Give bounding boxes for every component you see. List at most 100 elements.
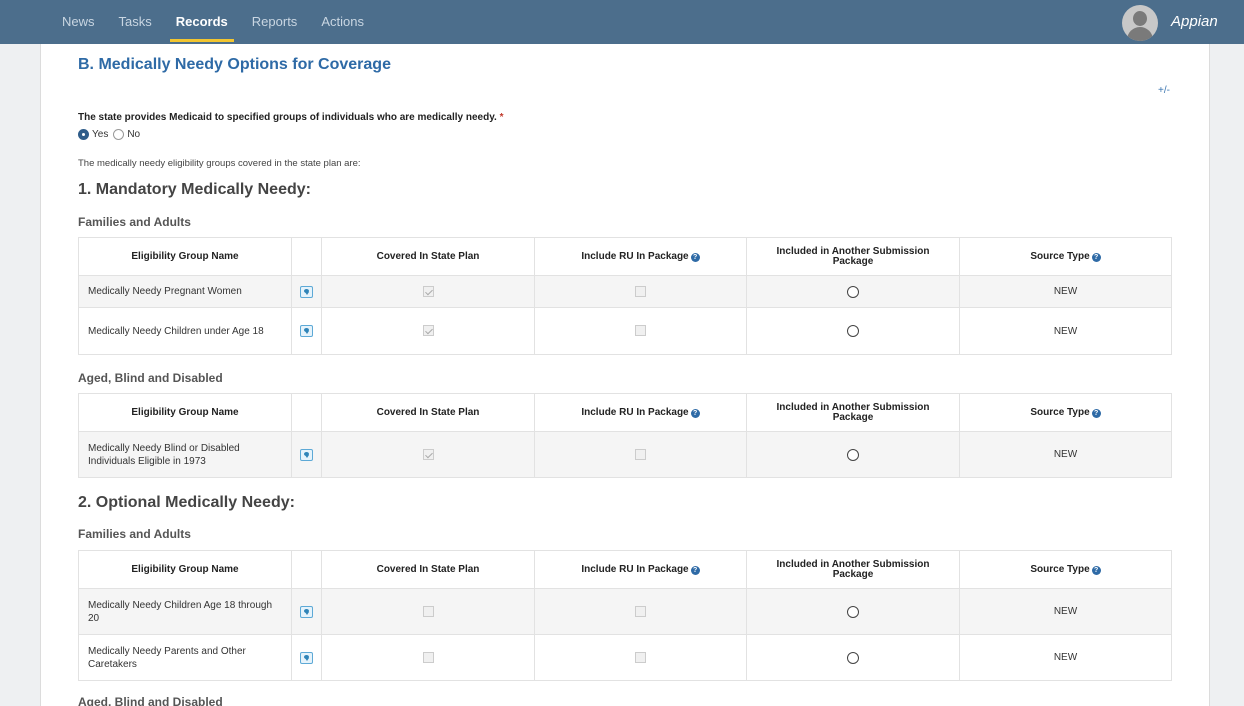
column-header-source-type: Source Type? [959, 550, 1172, 589]
table-header-row: Eligibility Group Name Covered In State P… [78, 393, 1172, 432]
table-header-row: Eligibility Group Name Covered In State P… [78, 550, 1172, 589]
table-row: Medically Needy Children Age 18 through … [78, 588, 1172, 635]
another-package-cell [746, 588, 960, 635]
another-package-radio[interactable] [847, 448, 859, 461]
radio-yes-label[interactable]: Yes [92, 129, 108, 140]
covered-cell [321, 588, 535, 635]
nav-actions[interactable]: Actions [321, 0, 364, 44]
another-package-cell [746, 307, 960, 355]
notes-cell [291, 588, 322, 635]
eligibility-group-name: Medically Needy Children under Age 18 [78, 307, 292, 355]
include-ru-checkbox[interactable] [635, 605, 646, 617]
radio-no[interactable] [113, 129, 125, 140]
user-avatar-icon[interactable] [1122, 5, 1158, 41]
comment-icon[interactable] [300, 448, 313, 461]
nav-tasks[interactable]: Tasks [119, 0, 152, 44]
notes-cell [291, 634, 322, 681]
table-header-row: Eligibility Group Name Covered In State P… [78, 237, 1172, 276]
covered-cell [321, 634, 535, 681]
brand-logo: Appian [1171, 13, 1218, 30]
column-header-source-type: Source Type? [959, 237, 1172, 276]
help-icon[interactable]: ? [690, 566, 700, 575]
covered-cell [321, 431, 535, 478]
group-subheading: Aged, Blind and Disabled [78, 371, 223, 385]
medically-needy-question: The state provides Medicaid to specified… [78, 112, 504, 123]
help-icon[interactable]: ? [1091, 253, 1101, 262]
include-ru-cell [534, 431, 747, 478]
top-navigation-bar: News Tasks Records Reports Actions Appia… [0, 0, 1244, 44]
eligibility-group-name: Medically Needy Children Age 18 through … [78, 588, 292, 635]
include-ru-cell [534, 634, 747, 681]
another-package-radio[interactable] [847, 605, 859, 618]
covered-checkbox[interactable] [422, 651, 434, 663]
another-package-radio[interactable] [847, 651, 859, 664]
help-icon[interactable]: ? [690, 253, 700, 262]
radio-yes[interactable] [78, 129, 89, 140]
include-ru-cell [534, 588, 747, 635]
column-header-covered: Covered In State Plan [321, 237, 535, 276]
yes-no-radio-group: Yes No [78, 129, 145, 140]
group-subheading: Families and Adults [78, 527, 191, 541]
covered-checkbox[interactable] [422, 325, 434, 337]
eligibility-group-name: Medically Needy Pregnant Women [78, 275, 292, 308]
source-type-cell: NEW [959, 275, 1172, 308]
expand-collapse-toggle[interactable]: +/- [1158, 85, 1170, 96]
help-icon[interactable]: ? [690, 409, 700, 418]
include-ru-checkbox[interactable] [635, 285, 646, 297]
another-package-radio[interactable] [847, 285, 859, 298]
comment-icon[interactable] [300, 285, 313, 298]
required-marker: * [499, 112, 504, 123]
content-card: B. Medically Needy Options for Coverage … [40, 44, 1210, 706]
covered-cell [321, 307, 535, 355]
column-header-covered: Covered In State Plan [321, 393, 535, 432]
column-header-include-ru: Include RU In Package? [534, 393, 747, 432]
include-ru-checkbox[interactable] [635, 651, 646, 663]
eligibility-group-name: Medically Needy Blind or Disabled Indivi… [78, 431, 292, 478]
column-header-notes [291, 237, 322, 276]
nav-reports[interactable]: Reports [252, 0, 298, 44]
notes-cell [291, 307, 322, 355]
radio-no-label[interactable]: No [127, 129, 140, 140]
source-type-cell: NEW [959, 431, 1172, 478]
eligibility-table: Eligibility Group Name Covered In State P… [78, 237, 1172, 355]
eligibility-table: Eligibility Group Name Covered In State P… [78, 393, 1172, 478]
comment-icon[interactable] [300, 605, 313, 618]
table-row: Medically Needy Children under Age 18 NEW [78, 307, 1172, 355]
table-row: Medically Needy Pregnant Women NEW [78, 275, 1172, 308]
include-ru-checkbox[interactable] [635, 325, 646, 337]
another-package-cell [746, 275, 960, 308]
column-header-another-package: Included in Another Submission Package [746, 393, 960, 432]
column-header-covered: Covered In State Plan [321, 550, 535, 589]
part-heading: 2. Optional Medically Needy: [78, 494, 295, 511]
covered-checkbox[interactable] [422, 448, 434, 460]
comment-icon[interactable] [300, 651, 313, 664]
column-header-name: Eligibility Group Name [78, 550, 292, 589]
main-nav: News Tasks Records Reports Actions [62, 0, 388, 44]
part-heading: 1. Mandatory Medically Needy: [78, 181, 311, 198]
include-ru-cell [534, 307, 747, 355]
another-package-radio[interactable] [847, 325, 859, 337]
group-subheading: Aged, Blind and Disabled [78, 695, 223, 706]
help-icon[interactable]: ? [1091, 566, 1101, 575]
column-header-include-ru: Include RU In Package? [534, 237, 747, 276]
section-title: B. Medically Needy Options for Coverage [78, 56, 391, 73]
table-row: Medically Needy Parents and Other Careta… [78, 634, 1172, 681]
include-ru-cell [534, 275, 747, 308]
source-type-cell: NEW [959, 634, 1172, 681]
column-header-another-package: Included in Another Submission Package [746, 237, 960, 276]
table-row: Medically Needy Blind or Disabled Indivi… [78, 431, 1172, 478]
notes-cell [291, 431, 322, 478]
covered-checkbox[interactable] [422, 285, 434, 297]
source-type-cell: NEW [959, 588, 1172, 635]
another-package-cell [746, 634, 960, 681]
nav-news[interactable]: News [62, 0, 95, 44]
intro-text: The medically needy eligibility groups c… [78, 158, 361, 169]
include-ru-checkbox[interactable] [635, 448, 646, 460]
column-header-name: Eligibility Group Name [78, 393, 292, 432]
column-header-notes [291, 550, 322, 589]
comment-icon[interactable] [300, 325, 313, 337]
covered-checkbox[interactable] [422, 605, 434, 617]
help-icon[interactable]: ? [1091, 409, 1101, 418]
eligibility-group-name: Medically Needy Parents and Other Careta… [78, 634, 292, 681]
nav-records[interactable]: Records [169, 0, 234, 44]
